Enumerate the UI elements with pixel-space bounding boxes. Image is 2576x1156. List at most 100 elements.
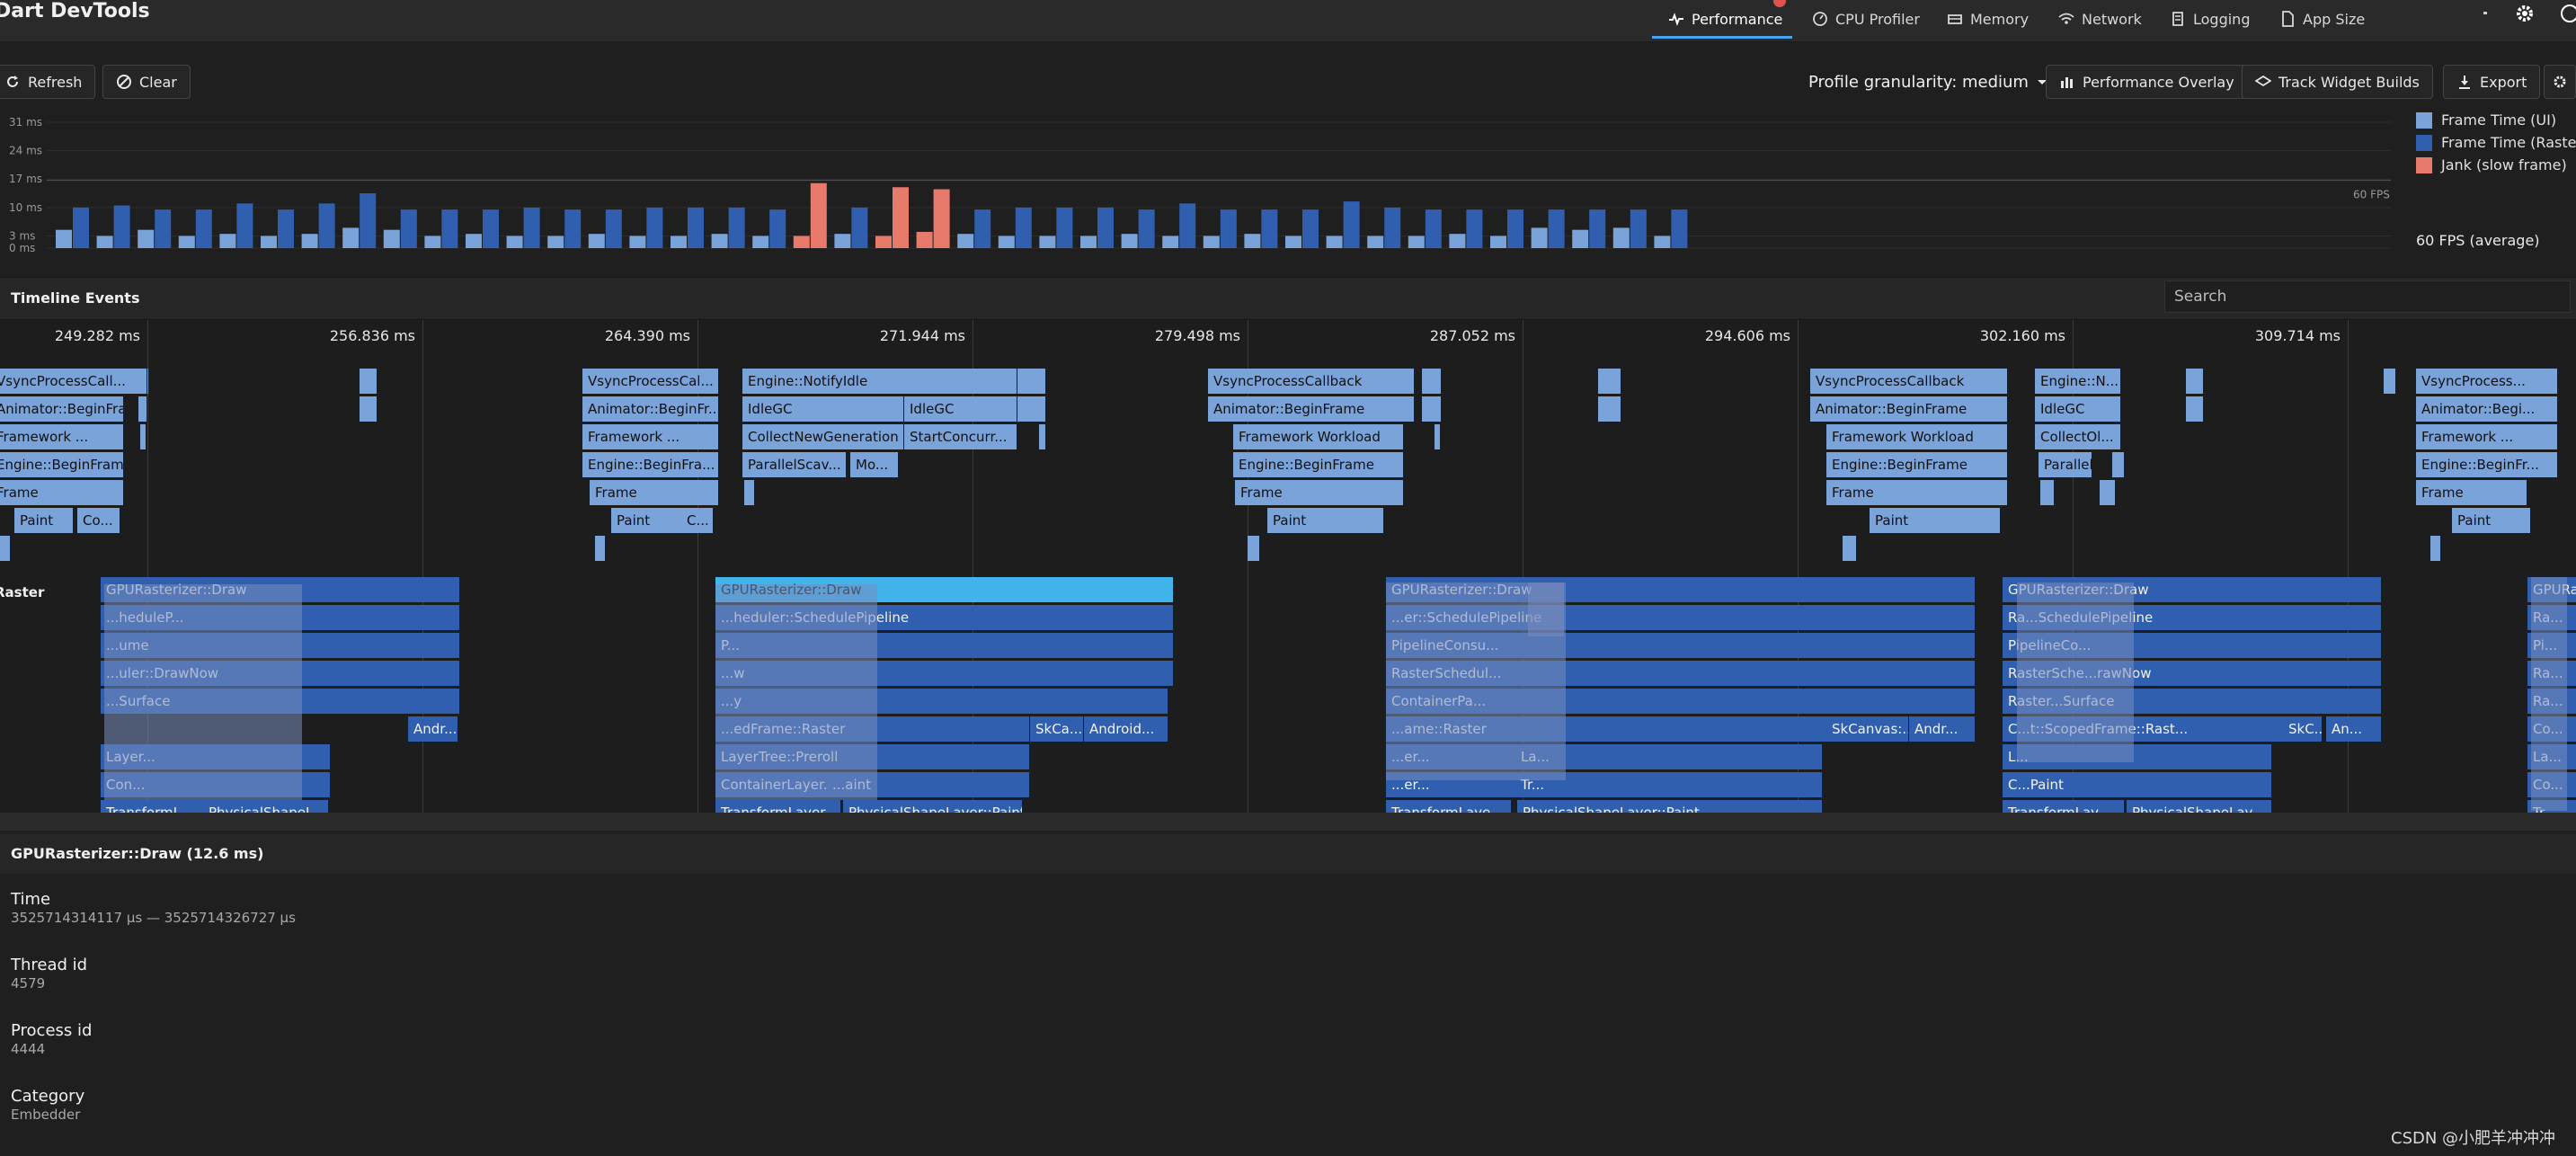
ui-event-slice[interactable]	[2544, 424, 2558, 449]
ui-event[interactable]: Animator::BeginFrame	[1810, 396, 2008, 422]
frame-ui-bar[interactable]	[1326, 236, 1343, 248]
refresh-button[interactable]: Refresh	[0, 65, 96, 99]
frame-ui-bar[interactable]	[1612, 227, 1630, 248]
ui-event[interactable]: Co...	[77, 508, 120, 533]
raster-event[interactable]: PhysicalShapeL...	[203, 800, 329, 813]
ui-event-slice[interactable]	[1435, 424, 1441, 449]
ui-event[interactable]: Mo...	[850, 452, 899, 477]
ui-event[interactable]: Frame	[1235, 480, 1404, 505]
timeline-search-input[interactable]	[2164, 280, 2571, 313]
frame-ui-bar[interactable]	[261, 236, 277, 248]
frame-raster-bar[interactable]	[1384, 207, 1401, 248]
frame-ui-bar[interactable]	[424, 236, 441, 248]
ui-event[interactable]: Frame	[0, 480, 124, 505]
frame-ui-bar[interactable]	[1080, 236, 1097, 248]
ui-event-slice[interactable]	[2100, 480, 2116, 505]
frame-raster-bar[interactable]	[1671, 209, 1688, 248]
ui-event-slice[interactable]	[1039, 396, 1046, 422]
frame-raster-bar[interactable]	[1179, 203, 1196, 248]
ui-event[interactable]: Paint	[2452, 508, 2531, 533]
frame-ui-bar[interactable]	[711, 234, 728, 248]
ui-event-slice[interactable]	[1598, 396, 1621, 422]
frame-ui-bar[interactable]	[916, 231, 933, 248]
frame-raster-bar[interactable]	[728, 207, 745, 248]
ui-event-slice[interactable]	[138, 396, 147, 422]
ui-event-slice[interactable]	[2186, 369, 2204, 394]
frame-raster-bar[interactable]	[1589, 209, 1606, 248]
raster-event[interactable]: SkC...	[2283, 716, 2323, 742]
ui-event-slice[interactable]	[0, 536, 11, 561]
ui-event[interactable]: Animator::BeginFr...	[582, 396, 719, 422]
clear-button[interactable]: Clear	[102, 65, 191, 99]
raster-event[interactable]: C...Paint	[2003, 772, 2272, 797]
frame-ui-bar[interactable]	[793, 236, 810, 248]
ui-event-slice[interactable]	[138, 369, 147, 394]
frame-ui-bar[interactable]	[957, 234, 974, 248]
raster-event[interactable]: TransformLaye...	[1386, 800, 1512, 813]
tab-cpu-profiler[interactable]: CPU Profiler	[1812, 0, 1920, 38]
ui-event-slice[interactable]	[2112, 452, 2125, 477]
ui-event[interactable]: Engine::BeginFrame	[1826, 452, 2008, 477]
export-button[interactable]: Export	[2443, 65, 2541, 99]
ui-event-slice[interactable]	[1843, 536, 1857, 561]
tab-memory[interactable]: Memory	[1947, 0, 2029, 38]
frame-ui-bar[interactable]	[1121, 234, 1138, 248]
frame-raster-bar[interactable]	[1056, 207, 1073, 248]
ui-event[interactable]: StartConcurr...	[904, 424, 1017, 449]
frame-ui-bar[interactable]	[506, 236, 523, 248]
raster-event[interactable]: Andr...	[408, 716, 458, 742]
ui-event[interactable]: Engine::NotifyIdle	[742, 369, 1017, 394]
raster-event[interactable]: PhysicalShapeLayer::Paint	[843, 800, 1023, 813]
frame-ui-bar[interactable]	[1572, 229, 1589, 248]
tab-app-size[interactable]: App Size	[2279, 0, 2365, 38]
ui-event-slice[interactable]	[595, 536, 606, 561]
tab-logging[interactable]: Logging	[2170, 0, 2250, 38]
ui-event[interactable]: Frame	[590, 480, 719, 505]
frame-ui-bar[interactable]	[466, 234, 482, 248]
frame-raster-bar[interactable]	[73, 207, 89, 248]
frame-raster-bar[interactable]	[113, 205, 130, 248]
frame-ui-bar[interactable]	[383, 229, 400, 248]
frame-raster-bar[interactable]	[1507, 209, 1523, 248]
frame-ui-bar[interactable]	[629, 236, 646, 248]
frame-raster-bar[interactable]	[523, 207, 540, 248]
frame-ui-bar[interactable]	[1039, 236, 1056, 248]
frames-bars[interactable]	[56, 182, 1688, 248]
frame-raster-bar[interactable]	[236, 203, 253, 248]
tab-performance[interactable]: Performance	[1668, 0, 1782, 38]
frame-ui-bar[interactable]	[301, 234, 318, 248]
frames-chart[interactable]: 31 ms 24 ms 17 ms 10 ms 3 ms0 ms 60 FPS	[0, 111, 2405, 255]
ui-event[interactable]: VsyncProcessCallback	[1810, 369, 2008, 394]
frame-ui-bar[interactable]	[219, 234, 236, 248]
frame-ui-bar[interactable]	[1531, 227, 1548, 248]
track-widget-builds-button[interactable]: Track Widget Builds	[2242, 65, 2433, 99]
split-resize-handle[interactable]	[0, 813, 2576, 831]
raster-event[interactable]: TransformLayer...	[715, 800, 841, 813]
frame-raster-bar[interactable]	[1425, 209, 1442, 248]
frame-ui-bar[interactable]	[1285, 236, 1301, 248]
raster-event[interactable]: PhysicalShapeLayer::Paint	[1517, 800, 1823, 813]
frame-raster-bar[interactable]	[605, 209, 622, 248]
ui-event[interactable]: Engine::BeginFrame	[0, 452, 124, 477]
frame-ui-bar[interactable]	[1449, 234, 1466, 248]
frame-ui-bar[interactable]	[547, 236, 564, 248]
ui-event-slice[interactable]	[744, 480, 755, 505]
ui-event[interactable]: Paint	[1870, 508, 2001, 533]
frame-jank-bar[interactable]	[810, 182, 827, 248]
frame-ui-bar[interactable]	[178, 236, 195, 248]
ui-event[interactable]: Animator::BeginFrame	[1208, 396, 1415, 422]
frame-ui-bar[interactable]	[96, 236, 113, 248]
frame-raster-bar[interactable]	[1548, 209, 1565, 248]
ui-event[interactable]: Paint	[1267, 508, 1384, 533]
tab-network[interactable]: Network	[2058, 0, 2142, 38]
ui-event[interactable]: Framework Workload	[1233, 424, 1404, 449]
frame-raster-bar[interactable]	[1343, 201, 1360, 248]
frame-ui-bar[interactable]	[1654, 236, 1671, 248]
ui-event-slice[interactable]	[360, 396, 378, 422]
frame-ui-bar[interactable]	[998, 236, 1015, 248]
frame-raster-bar[interactable]	[564, 209, 582, 248]
frame-raster-bar[interactable]	[400, 209, 417, 248]
frame-ui-bar[interactable]	[671, 236, 687, 248]
ui-event-slice[interactable]	[2186, 396, 2204, 422]
frame-ui-bar[interactable]	[1408, 236, 1425, 248]
